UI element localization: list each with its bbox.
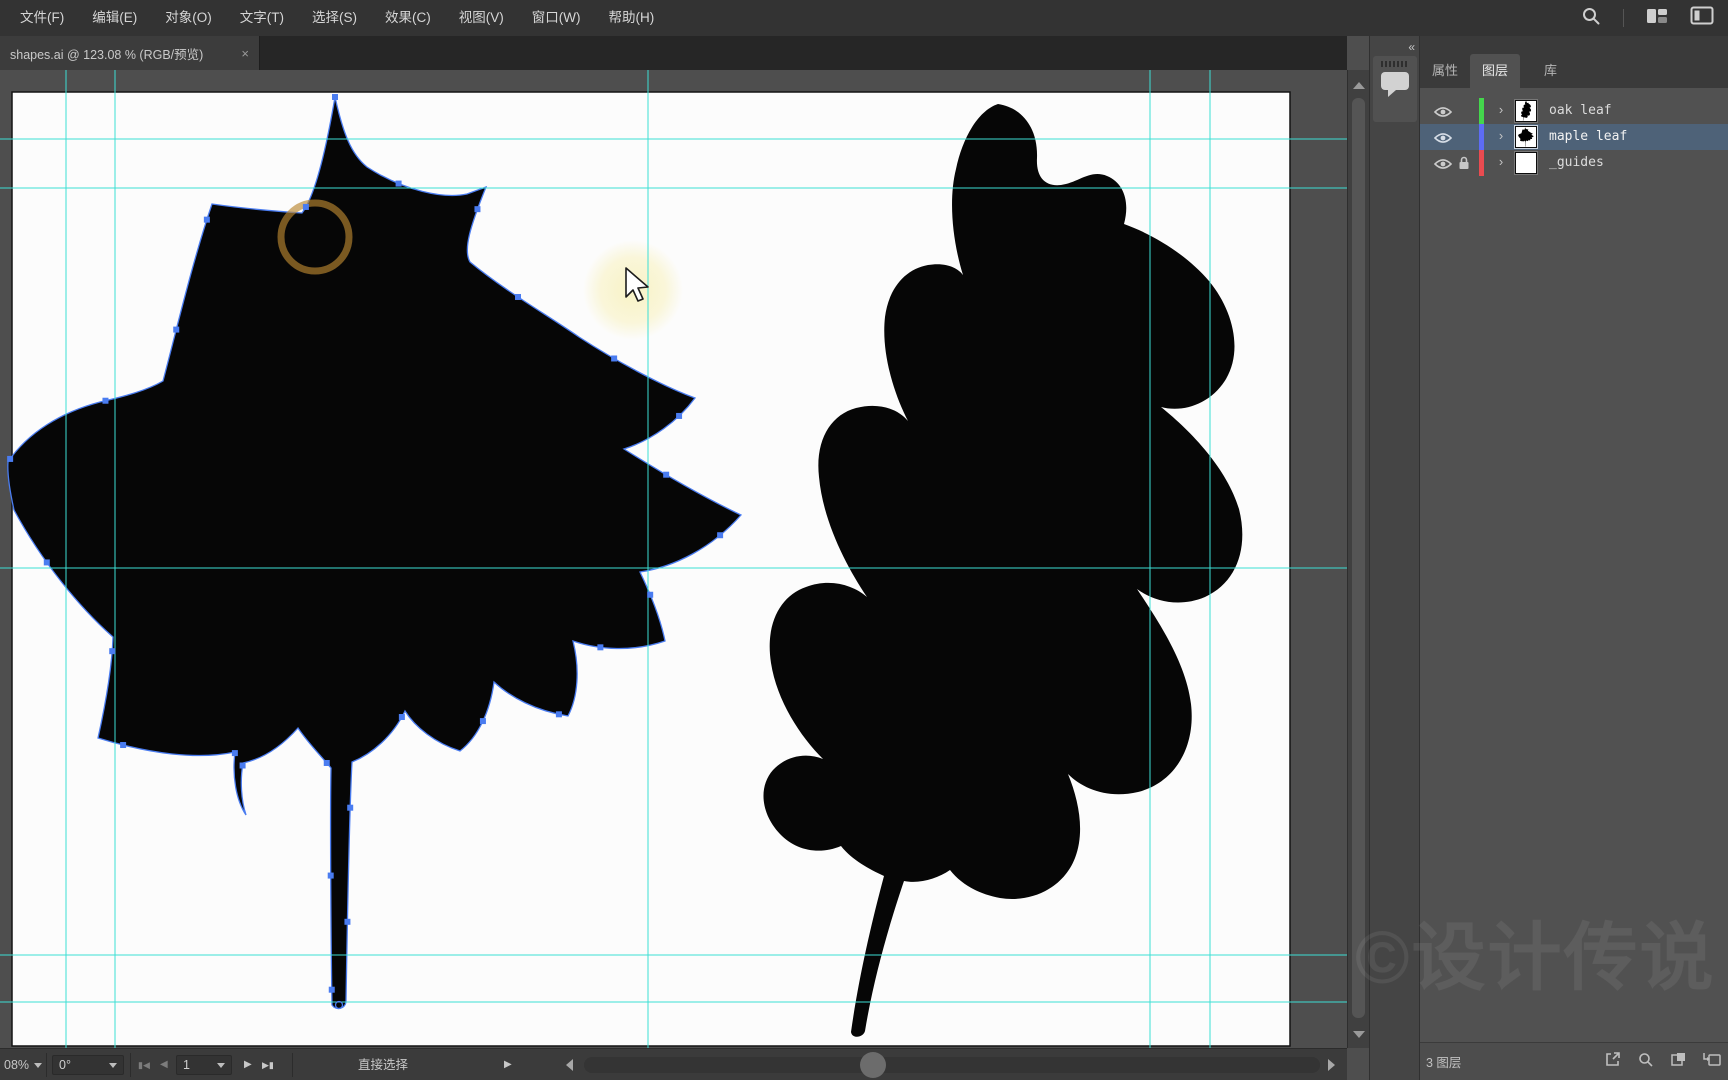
layer-name[interactable]: oak leaf [1549,103,1612,118]
menu-select[interactable]: 选择(S) [298,0,371,36]
visibility-eye-icon[interactable] [1433,157,1453,175]
horizontal-scrollbar-thumb[interactable] [860,1052,886,1078]
dock-grip-icon [1381,61,1407,67]
layer-name[interactable]: _guides [1549,155,1604,170]
menubar-divider [1623,9,1624,27]
new-sublayer-icon[interactable] [1703,1051,1722,1073]
document-tab-title: shapes.ai @ 123.08 % (RGB/预览) [10,47,204,62]
expand-chevron-icon[interactable]: › [1494,128,1508,143]
collect-for-export-icon[interactable] [1604,1051,1621,1073]
next-artboard-button[interactable]: ▶ [244,1049,252,1080]
visibility-eye-icon[interactable] [1433,131,1453,149]
layer-color-bar [1479,150,1484,176]
chevron-down-icon [109,1063,117,1068]
lock-icon[interactable] [1458,156,1470,175]
layer-name[interactable]: maple leaf [1549,129,1627,144]
panel-tab-bar: 属性 图层 库 [1420,36,1728,88]
layer-list: › oak leaf › maple leaf › _guides [1420,98,1728,176]
comment-bubble-icon [1381,72,1409,97]
menu-object[interactable]: 对象(O) [151,0,226,36]
scroll-right-icon[interactable] [1328,1059,1335,1071]
chevron-down-icon [34,1063,43,1069]
layer-color-bar [1479,98,1484,124]
horizontal-scrollbar[interactable] [584,1052,1320,1078]
last-artboard-button[interactable]: ▶▮ [262,1049,274,1080]
scroll-left-icon[interactable] [566,1059,573,1071]
vertical-scrollbar-thumb[interactable] [1352,98,1365,1018]
layer-color-bar [1479,124,1484,150]
scroll-up-icon[interactable] [1353,82,1365,89]
tab-libraries[interactable]: 库 [1532,54,1569,88]
menu-bar: 文件(F) 编辑(E) 对象(O) 文字(T) 选择(S) 效果(C) 视图(V… [0,0,1728,36]
status-bar: 08% 0° ▮◀ ◀ 1 ▶ ▶▮ 直接选择 ▶ [0,1048,1347,1080]
zoom-level-control[interactable]: 08% [4,1049,43,1080]
menu-file[interactable]: 文件(F) [6,0,78,36]
tab-properties[interactable]: 属性 [1420,54,1470,88]
expand-chevron-icon[interactable]: › [1494,102,1508,117]
document-tab-bar: shapes.ai @ 123.08 % (RGB/预览) × [0,36,1347,70]
expand-panels-icon[interactable]: « [1408,40,1415,54]
layer-thumbnail[interactable] [1515,126,1537,148]
tab-layers[interactable]: 图层 [1470,54,1521,88]
artboard-number-field[interactable]: 1 [176,1055,232,1075]
watermark-text: ©设计传说 [1355,916,1716,999]
layer-count-label: 3 图层 [1426,1056,1462,1070]
menu-edit[interactable]: 编辑(E) [78,0,151,36]
previous-artboard-button[interactable]: ◀ [160,1049,168,1080]
expand-chevron-icon[interactable]: › [1494,154,1508,169]
layer-row-guides[interactable]: › _guides [1420,150,1728,176]
clipping-mask-icon[interactable] [1670,1051,1687,1073]
menu-help[interactable]: 帮助(H) [594,0,668,36]
search-icon[interactable] [1581,6,1601,31]
workspace-switcher-icon[interactable] [1646,7,1668,30]
first-artboard-button[interactable]: ▮◀ [138,1049,150,1080]
document-setup-icon[interactable] [1690,6,1714,30]
layer-row-oak-leaf[interactable]: › oak leaf [1420,98,1728,124]
locate-object-icon[interactable] [1637,1051,1654,1073]
canvas-area[interactable] [0,70,1347,1048]
menu-view[interactable]: 视图(V) [445,0,518,36]
current-tool-label: 直接选择 [358,1058,409,1072]
illustrator-window: 文件(F) 编辑(E) 对象(O) 文字(T) 选择(S) 效果(C) 视图(V… [0,0,1728,1080]
menu-type[interactable]: 文字(T) [226,0,298,36]
menu-items: 文件(F) 编辑(E) 对象(O) 文字(T) 选择(S) 效果(C) 视图(V… [0,0,668,36]
menu-effect[interactable]: 效果(C) [371,0,445,36]
layer-thumbnail[interactable] [1515,152,1537,174]
chevron-down-icon [217,1063,225,1068]
layer-thumbnail[interactable] [1515,100,1537,122]
layers-panel-footer: 3 图层 [1420,1042,1728,1080]
rotation-control[interactable]: 0° [52,1055,124,1075]
document-tab[interactable]: shapes.ai @ 123.08 % (RGB/预览) × [0,36,260,70]
comments-panel-button[interactable] [1373,56,1417,122]
visibility-eye-icon[interactable] [1433,105,1453,123]
menu-window[interactable]: 窗口(W) [518,0,595,36]
status-play-icon[interactable]: ▶ [504,1049,512,1080]
tab-close-icon[interactable]: × [241,46,249,61]
layer-row-maple-leaf[interactable]: › maple leaf [1420,124,1728,150]
scroll-down-icon[interactable] [1353,1031,1365,1038]
